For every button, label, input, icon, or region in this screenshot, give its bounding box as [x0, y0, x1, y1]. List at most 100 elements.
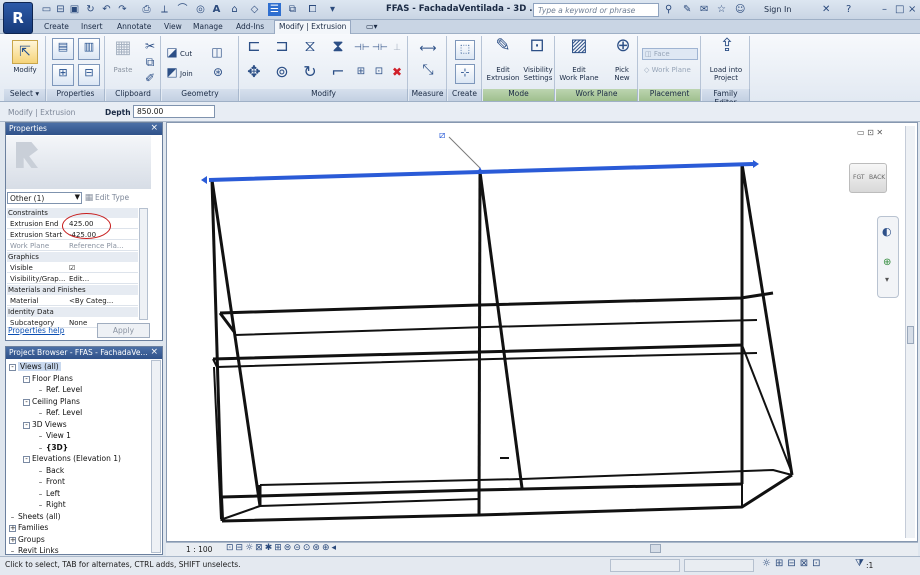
browser-node[interactable]: + Groups — [9, 535, 45, 544]
wall-join-icon[interactable]: ⊛ — [210, 66, 226, 78]
cut-label[interactable]: Cut — [180, 50, 192, 58]
apply-button[interactable]: Apply — [97, 323, 150, 338]
sync-icon[interactable]: ↻ — [84, 3, 97, 16]
browser-node[interactable]: - Floor Plans — [23, 374, 73, 383]
modify-arrow-icon[interactable]: ⇱ — [12, 40, 38, 64]
load-label-1[interactable]: Load into — [704, 66, 748, 74]
pick-new-icon[interactable]: ⊕ — [612, 37, 634, 55]
edit-extrusion-icon[interactable]: ✎ — [492, 37, 514, 55]
join-label[interactable]: Join — [180, 70, 193, 78]
collapse-icon[interactable]: - — [23, 421, 30, 429]
copy-element-icon[interactable]: ⊚ — [272, 64, 292, 80]
property-value[interactable]: Edit... — [69, 274, 89, 283]
open-icon[interactable]: ▭ — [40, 3, 53, 16]
view-control-icons[interactable]: ⊡⊟☼⊠✱⊞⊜⊝⊙⊛⊕◂ — [226, 543, 338, 553]
type-selector-dropdown[interactable]: Other (1) ▼ — [7, 192, 82, 204]
load-into-project-icon[interactable]: ⇪ — [716, 37, 738, 55]
browser-scrollbar[interactable] — [151, 360, 161, 553]
edit-type-button[interactable]: Edit Type — [95, 193, 129, 202]
create-group-icon[interactable]: ⬚ — [455, 40, 475, 60]
copy-icon[interactable]: ⧉ — [143, 56, 157, 68]
tab-insert[interactable]: Insert — [77, 21, 107, 34]
panel-label-select[interactable]: Select ▾ — [4, 89, 46, 101]
close-icon[interactable]: × — [150, 123, 158, 133]
tab-view[interactable]: View — [160, 21, 186, 34]
visibility-label-2[interactable]: Settings — [520, 74, 556, 82]
browser-node[interactable]: – Left — [37, 489, 60, 499]
family-types-icon[interactable]: ⊞ — [52, 64, 74, 86]
browser-node[interactable]: – Back — [37, 466, 64, 476]
horizontal-scroll-thumb[interactable] — [650, 544, 661, 553]
filter-icon[interactable]: ⧩ — [855, 558, 864, 569]
steering-wheel-icon[interactable]: ◐ — [882, 225, 892, 238]
join-geometry-icon[interactable]: ◩ — [166, 66, 178, 78]
property-row[interactable]: Visibility/Grap... Edit... — [7, 274, 138, 284]
browser-node[interactable]: – {3D} — [37, 443, 68, 453]
edit-wp-label-1[interactable]: Edit — [558, 66, 600, 74]
text-icon[interactable]: A — [210, 3, 223, 16]
delete-icon[interactable]: ✖ — [390, 66, 404, 78]
folder-icon[interactable]: ⊟ — [54, 3, 67, 16]
view-window-controls-icon[interactable]: ▭ ⊡ ✕ — [857, 128, 883, 137]
property-row[interactable]: Visible ☑ — [7, 263, 138, 273]
move-icon[interactable]: ✥ — [244, 64, 264, 80]
view-cube-right-face[interactable]: BACK — [869, 164, 885, 192]
browser-node[interactable]: - Ceiling Plans — [23, 397, 80, 406]
array-icon[interactable]: ⊞ — [354, 66, 368, 78]
close-icon[interactable]: × — [150, 347, 158, 357]
default-3d-icon[interactable]: ⌂ — [228, 3, 241, 16]
browser-node[interactable]: – Ref. Level — [37, 408, 82, 418]
tab-expander-icon[interactable]: ▭▾ — [362, 21, 382, 34]
tab-create[interactable]: Create — [40, 21, 73, 34]
browser-node[interactable]: – View 1 — [37, 431, 71, 441]
properties-scrollbar[interactable] — [139, 208, 148, 320]
browser-node[interactable]: – Right — [37, 500, 66, 510]
offset-icon[interactable]: ⊐ — [272, 38, 292, 54]
visibility-label-1[interactable]: Visibility — [520, 66, 556, 74]
redo-icon[interactable]: ↷ — [116, 3, 129, 16]
split-icon[interactable]: ⊣⊢ — [354, 42, 370, 54]
scale-icon[interactable]: ⊡ — [372, 66, 386, 78]
help-icon[interactable]: ? — [846, 3, 851, 17]
edit-type-icon[interactable]: ▦ — [84, 192, 94, 204]
properties-help-link[interactable]: Properties help — [8, 326, 65, 335]
tab-manage[interactable]: Manage — [189, 21, 227, 34]
browser-node[interactable]: - Views (all) — [9, 362, 61, 371]
mirror-draw-icon[interactable]: ⧗ — [328, 38, 348, 54]
property-value[interactable]: Reference Pla... — [69, 241, 124, 250]
match-type-icon[interactable]: ✐ — [143, 72, 157, 84]
browser-node[interactable]: - Elevations (Elevation 1) — [23, 454, 121, 463]
switch-windows-icon[interactable]: ⧠ — [306, 3, 319, 16]
minimize-icon[interactable]: – — [882, 3, 887, 17]
property-section[interactable]: Identity Data — [7, 307, 138, 317]
property-row[interactable]: Work Plane Reference Pla... — [7, 241, 138, 251]
create-similar-icon[interactable]: ⊹ — [455, 64, 475, 84]
measure-between-icon[interactable]: ⟷ — [414, 42, 442, 54]
property-section[interactable]: Materials and Finishes — [7, 285, 138, 295]
maximize-icon[interactable]: □ — [895, 3, 904, 17]
browser-node[interactable]: -3D Views — [23, 420, 67, 429]
pick-new-label-1[interactable]: Pick — [606, 66, 638, 74]
browser-node[interactable]: – Front — [37, 477, 65, 487]
property-value[interactable]: None — [69, 318, 87, 327]
scroll-thumb[interactable] — [907, 326, 914, 344]
tab-modify-extrusion[interactable]: Modify | Extrusion — [274, 20, 352, 35]
properties-icon[interactable]: ▤ — [52, 38, 74, 60]
browser-node[interactable]: – Revit Links — [9, 546, 59, 556]
property-section[interactable]: Graphics — [7, 252, 138, 262]
cut-icon[interactable]: ✂ — [143, 40, 157, 52]
edit-work-plane-icon[interactable]: ▨ — [568, 37, 590, 55]
close-icon[interactable]: × — [908, 3, 916, 17]
zoom-icon[interactable]: ⊕ — [883, 257, 891, 268]
collapse-icon[interactable]: - — [23, 375, 30, 383]
user-icon[interactable]: ☺ — [735, 3, 745, 17]
measure-icon[interactable]: ⟂ — [158, 3, 171, 16]
view-cube-left-face[interactable]: FGT — [853, 164, 865, 192]
rotate-icon[interactable]: ↻ — [300, 64, 320, 80]
tag-icon[interactable]: ◎ — [194, 3, 207, 16]
canvas-vertical-scrollbar[interactable] — [905, 126, 915, 538]
dimension-icon[interactable]: ⌒ — [176, 3, 189, 16]
drawing-canvas[interactable]: ⧄ FGT BACK ◐ ⊕ ▾ ▭ ⊡ ✕ — [166, 122, 918, 542]
selection-arrow-left[interactable] — [201, 176, 207, 184]
tab-annotate[interactable]: Annotate — [113, 21, 155, 34]
